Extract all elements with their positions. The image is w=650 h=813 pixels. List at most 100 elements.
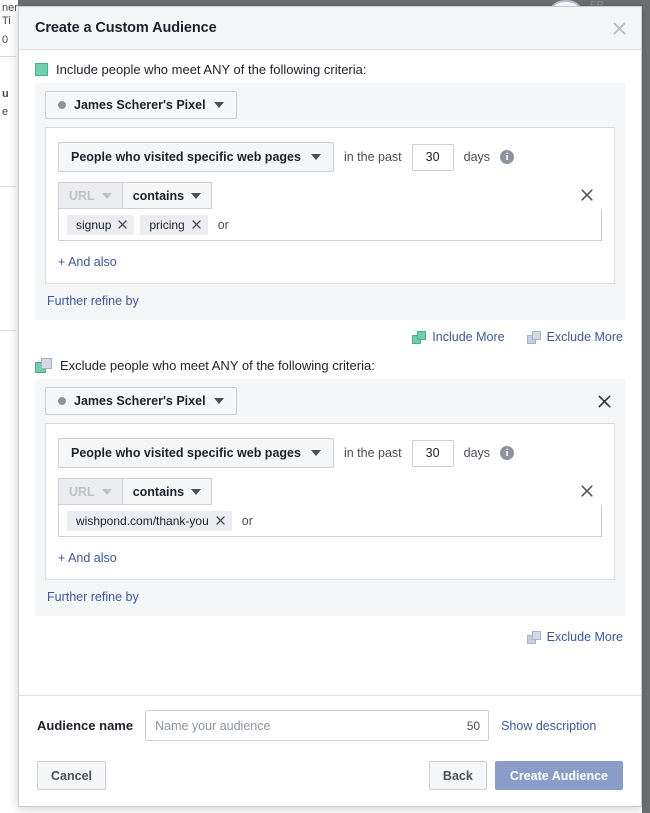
include-and-also-link[interactable]: + And also <box>58 255 117 269</box>
include-more-link[interactable]: Include More <box>412 330 505 344</box>
exclude-section-label: Exclude people who meet ANY of the follo… <box>60 358 375 373</box>
exclude-days-input[interactable] <box>411 439 454 467</box>
audience-name-input-wrap: 50 <box>145 710 490 741</box>
exclude-square-icon <box>35 358 52 373</box>
include-further-refine-link[interactable]: Further refine by <box>47 294 139 308</box>
dialog-body: Include people who meet ANY of the follo… <box>19 50 641 695</box>
exclude-url-token-label: wishpond.com/thank-you <box>76 513 209 528</box>
include-or-label: or <box>217 217 229 232</box>
exclude-url-token-field[interactable]: wishpond.com/thank-you or <box>58 505 602 537</box>
include-more-links-row: Include More Exclude More <box>19 320 641 344</box>
exclude-days-label: days <box>463 446 491 460</box>
exclude-section-header: Exclude people who meet ANY of the follo… <box>19 344 641 379</box>
background-text-fragment: e <box>2 106 9 118</box>
exclude-more-link[interactable]: Exclude More <box>526 330 623 344</box>
chevron-down-icon <box>310 154 321 160</box>
dialog-button-row: Cancel Back Create Audience <box>37 761 623 790</box>
show-description-link[interactable]: Show description <box>501 719 596 733</box>
background-divider <box>0 186 16 187</box>
create-custom-audience-dialog: Create a Custom Audience Include people … <box>18 6 642 807</box>
close-icon[interactable] <box>192 220 201 229</box>
include-condition-group: URL contains signup pricing or <box>58 182 602 241</box>
include-rule-card: People who visited specific web pages in… <box>45 127 615 284</box>
exclude-more-label: Exclude More <box>546 330 623 344</box>
exclude-or-label: or <box>241 513 253 528</box>
chevron-down-icon <box>310 450 321 456</box>
background-right-bar <box>642 0 650 813</box>
status-dot-icon <box>58 397 66 405</box>
exclude-operator-select[interactable]: contains <box>122 478 213 505</box>
create-audience-button[interactable]: Create Audience <box>494 761 623 790</box>
chevron-down-icon <box>101 192 112 199</box>
background-text-fragment: 0 <box>2 34 9 46</box>
include-pixel-select[interactable]: James Scherer's Pixel <box>45 91 237 119</box>
audience-name-input[interactable] <box>145 710 490 741</box>
info-icon[interactable]: i <box>500 150 515 164</box>
close-icon[interactable] <box>609 18 629 38</box>
exclude-further-refine-link[interactable]: Further refine by <box>47 590 139 604</box>
include-days-input[interactable] <box>411 143 454 171</box>
background-text-fragment: u <box>2 88 9 100</box>
exclude-more-icon <box>526 630 541 644</box>
include-condition-remove-icon[interactable] <box>578 186 596 204</box>
info-icon[interactable]: i <box>500 446 515 460</box>
exclude-more-links-row: Exclude More <box>19 616 641 644</box>
include-rule-type-label: People who visited specific web pages <box>71 150 301 164</box>
exclude-url-field-select[interactable]: URL <box>58 478 123 505</box>
include-section-label: Include people who meet ANY of the follo… <box>56 62 367 77</box>
include-pixel-name: James Scherer's Pixel <box>74 98 206 112</box>
background-text-fragment: Ti <box>2 15 11 27</box>
exclude-more-label: Exclude More <box>546 630 623 644</box>
exclude-pixel-select[interactable]: James Scherer's Pixel <box>45 387 237 415</box>
exclude-operator-label: contains <box>132 484 185 499</box>
include-rule-type-select[interactable]: People who visited specific web pages <box>58 142 334 172</box>
exclude-criteria-panel: James Scherer's Pixel People who visited… <box>35 379 625 616</box>
background-divider <box>0 56 16 57</box>
chevron-down-icon <box>213 398 224 404</box>
include-section-header: Include people who meet ANY of the follo… <box>19 50 641 83</box>
exclude-rule-type-select[interactable]: People who visited specific web pages <box>58 438 334 468</box>
chevron-down-icon <box>191 192 202 199</box>
exclude-and-also-link[interactable]: + And also <box>58 551 117 565</box>
include-url-token-label: signup <box>76 217 112 232</box>
status-dot-icon <box>58 101 66 109</box>
close-icon[interactable] <box>216 516 225 525</box>
audience-name-row: Audience name 50 Show description <box>37 710 623 741</box>
background-divider <box>0 330 16 331</box>
include-url-token-label: pricing <box>149 217 185 232</box>
exclude-more-link-bottom[interactable]: Exclude More <box>526 630 623 644</box>
include-criteria-panel: James Scherer's Pixel People who visited… <box>35 83 625 320</box>
include-url-field-select[interactable]: URL <box>58 182 123 209</box>
exclude-condition-group: URL contains wishpond.com/thank-you or <box>58 478 602 537</box>
include-square-icon <box>35 63 48 76</box>
exclude-url-field-label: URL <box>69 484 95 499</box>
exclude-more-icon <box>526 330 541 344</box>
include-url-token: pricing <box>140 214 208 235</box>
include-more-label: Include More <box>432 330 505 344</box>
cancel-button[interactable]: Cancel <box>37 761 106 790</box>
include-condition-tabs: URL contains <box>58 182 602 209</box>
chevron-down-icon <box>191 488 202 495</box>
exclude-rule-type-label: People who visited specific web pages <box>71 446 301 460</box>
exclude-url-token: wishpond.com/thank-you <box>67 510 232 531</box>
include-rule-line: People who visited specific web pages in… <box>58 142 602 172</box>
exclude-pixel-row: James Scherer's Pixel <box>45 387 615 415</box>
include-operator-select[interactable]: contains <box>122 182 213 209</box>
exclude-rule-remove-icon[interactable] <box>595 392 613 410</box>
audience-name-label: Audience name <box>37 718 134 733</box>
exclude-condition-tabs: URL contains <box>58 478 602 505</box>
dialog-title: Create a Custom Audience <box>35 20 217 36</box>
close-icon[interactable] <box>118 220 128 229</box>
exclude-rule-line: People who visited specific web pages in… <box>58 438 602 468</box>
include-more-icon <box>412 330 427 344</box>
exclude-condition-remove-icon[interactable] <box>578 482 596 500</box>
exclude-in-the-past-label: in the past <box>343 446 402 460</box>
background-text-fragment: ner <box>2 2 18 14</box>
include-url-token-field[interactable]: signup pricing or <box>58 209 602 241</box>
include-pixel-row: James Scherer's Pixel <box>45 91 615 119</box>
include-in-the-past-label: in the past <box>343 150 402 164</box>
include-url-token: signup <box>67 214 135 235</box>
include-operator-label: contains <box>132 188 185 203</box>
back-button[interactable]: Back <box>428 761 487 790</box>
primary-button-group: Back Create Audience <box>428 761 623 790</box>
